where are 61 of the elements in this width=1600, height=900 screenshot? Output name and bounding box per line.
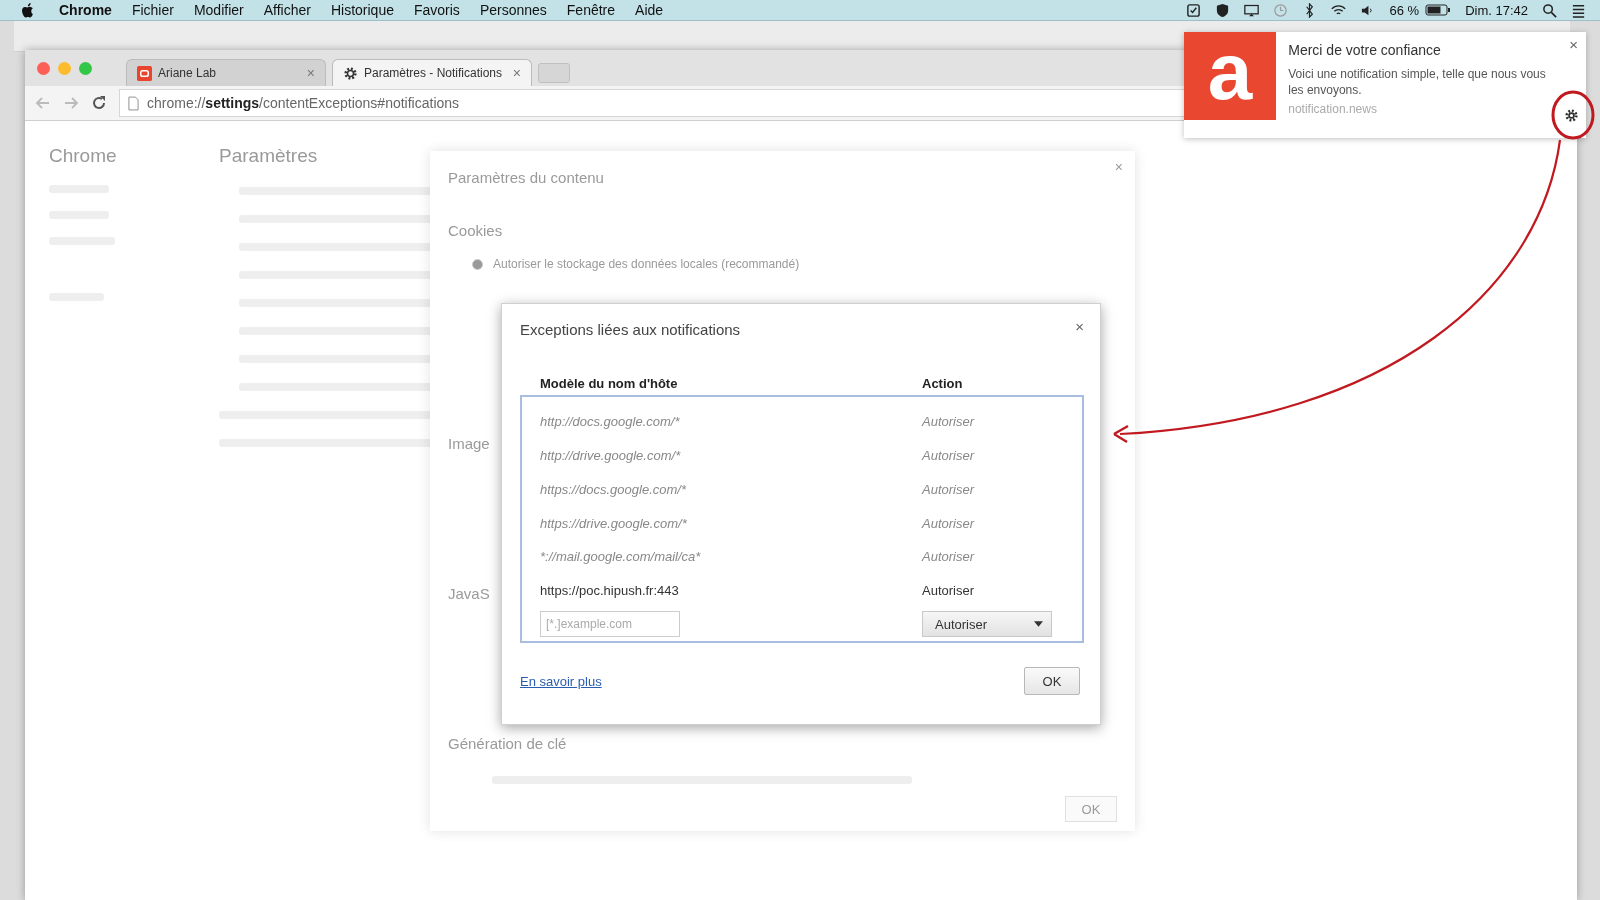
menu-clock[interactable]: Dim. 17:42 — [1465, 2, 1528, 18]
radio-button[interactable] — [472, 258, 483, 270]
section-heading: Image — [448, 435, 490, 452]
hostname-pattern[interactable]: http://docs.google.com/* — [540, 414, 922, 430]
dialog-title: Exceptions liées aux notifications — [520, 321, 741, 338]
menu-item[interactable]: Personnes — [479, 2, 547, 18]
highlight-circle — [1551, 90, 1595, 140]
close-tab-icon[interactable]: × — [512, 65, 521, 81]
option-label: Autoriser le stockage des données locales (recommandé) — [493, 257, 800, 271]
battery-icon[interactable] — [1425, 4, 1452, 16]
reload-icon[interactable] — [91, 95, 107, 111]
panel-title: Paramètres du contenu — [448, 169, 604, 186]
action-value[interactable]: Autoriser — [922, 414, 1082, 430]
menu-item[interactable]: Historique — [330, 2, 394, 18]
column-header: Action — [922, 376, 964, 391]
settings-icon[interactable] — [1564, 108, 1579, 123]
battery-percent[interactable]: 66 % — [1389, 2, 1420, 18]
browser-tab[interactable]: Ariane Lab × — [126, 59, 326, 86]
section-heading: Génération de clé — [448, 735, 567, 752]
browser-tab[interactable]: Paramètres - Notifications × — [332, 59, 532, 86]
checkbox-status-icon[interactable] — [1186, 2, 1202, 18]
menu-app-name[interactable]: Chrome — [59, 2, 112, 18]
action-dropdown[interactable]: Autoriser — [922, 611, 1052, 638]
sidebar-title: Chrome — [49, 145, 118, 167]
page-icon — [128, 95, 139, 111]
notification-source: notification.news — [1288, 102, 1378, 117]
action-value[interactable]: Autoriser — [922, 582, 1082, 598]
action-value[interactable]: Autoriser — [922, 481, 1082, 497]
gear-icon — [343, 65, 358, 81]
menu-item[interactable]: Fenêtre — [566, 2, 616, 18]
list-icon[interactable] — [1571, 2, 1586, 18]
action-value[interactable]: Autoriser — [922, 549, 1082, 565]
action-value[interactable]: Autoriser — [922, 515, 1082, 531]
pattern-input[interactable]: [*.]example.com — [540, 611, 680, 638]
ok-button[interactable]: OK — [1024, 667, 1080, 695]
display-icon[interactable] — [1244, 2, 1260, 18]
section-heading: Cookies — [448, 222, 503, 239]
close-icon[interactable]: × — [1569, 36, 1578, 53]
hostname-pattern[interactable]: https://poc.hipush.fr:443 — [540, 582, 922, 598]
action-value[interactable]: Autoriser — [922, 448, 1082, 464]
learn-more-link[interactable]: En savoir plus — [520, 673, 602, 689]
menu-item[interactable]: Aide — [635, 2, 664, 18]
site-favicon-icon — [137, 65, 152, 81]
menu-item[interactable]: Favoris — [413, 2, 460, 18]
menu-item[interactable]: Afficher — [263, 2, 311, 18]
section-heading: JavaS — [448, 585, 490, 602]
hostname-pattern[interactable]: https://drive.google.com/* — [540, 515, 922, 531]
apple-logo-icon[interactable] — [22, 2, 35, 18]
menu-item[interactable]: Modifier — [193, 2, 244, 18]
shield-icon[interactable] — [1215, 2, 1231, 18]
hostname-pattern[interactable]: *://mail.google.com/mail/ca* — [540, 549, 922, 565]
page-title: Paramètres — [219, 145, 319, 167]
column-header: Modèle du nom d'hôte — [540, 376, 679, 391]
hostname-pattern[interactable]: http://drive.google.com/* — [540, 448, 922, 464]
menu-item[interactable]: Fichier — [131, 2, 174, 18]
caret-icon — [1034, 621, 1043, 628]
app-logo: a — [1184, 32, 1277, 120]
close-icon[interactable]: × — [1075, 318, 1084, 335]
hostname-pattern[interactable]: https://docs.google.com/* — [540, 481, 922, 497]
notification-title: Merci de votre confiance — [1288, 42, 1442, 58]
search-icon[interactable] — [1542, 2, 1557, 18]
